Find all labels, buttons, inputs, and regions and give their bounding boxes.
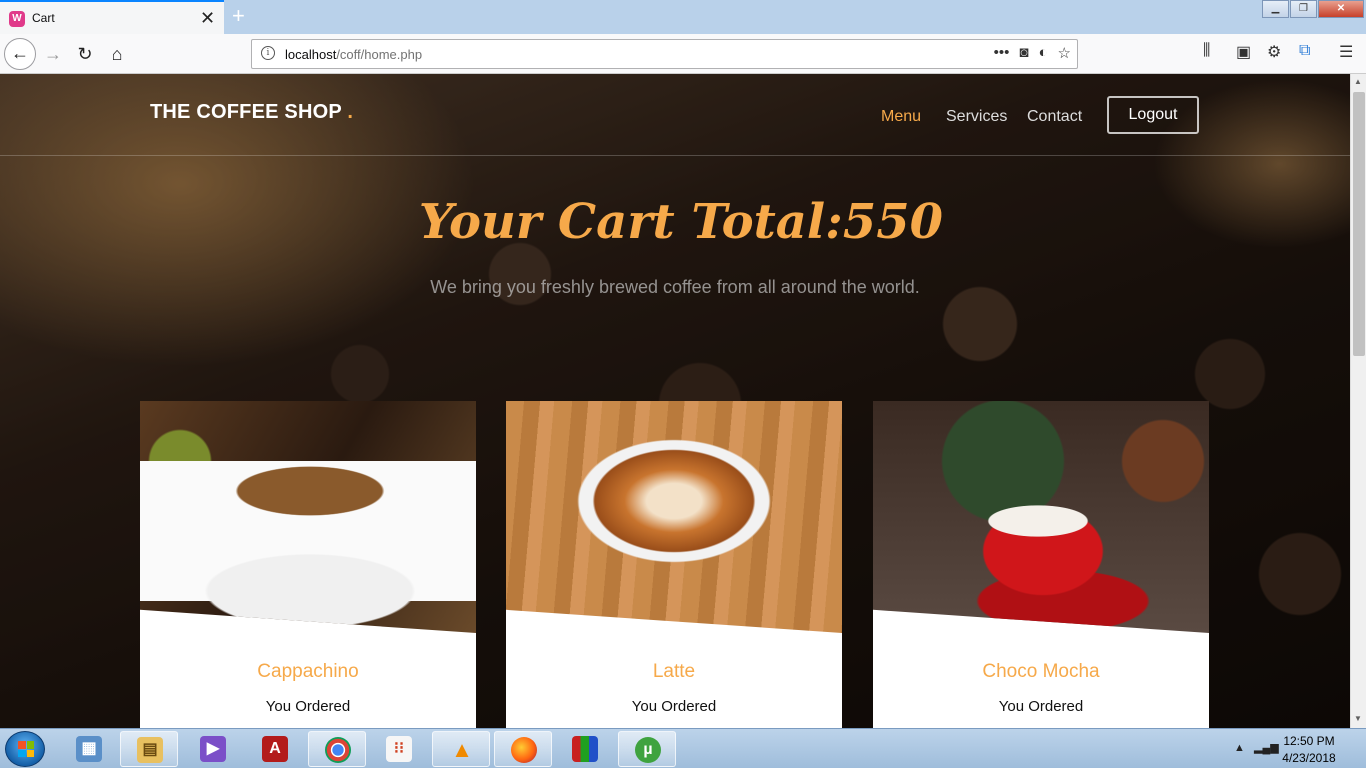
home-button[interactable]: ⌂: [105, 42, 129, 66]
addon-icon[interactable]: ⚙: [1267, 42, 1281, 62]
clock-date[interactable]: 4/23/2018: [1274, 751, 1344, 765]
page-actions-icon[interactable]: •••: [994, 44, 1010, 62]
folder-icon: ▤: [137, 737, 163, 763]
tab-title: Cart: [32, 11, 55, 25]
cart-item-card: Cappachino You Ordered: [140, 401, 476, 728]
bookmark-star-icon[interactable]: ☆: [1058, 44, 1071, 62]
task-acrobat[interactable]: A: [246, 731, 304, 767]
browser-tab[interactable]: W Cart ✕: [0, 0, 224, 34]
windows-logo-icon: [18, 741, 34, 757]
item-status: You Ordered: [998, 698, 1084, 715]
item-status: You Ordered: [631, 698, 717, 715]
maximize-button[interactable]: ❐: [1290, 0, 1317, 18]
window-controls: ▁ ❐ ✕: [1261, 0, 1364, 18]
browser-toolbar: ← → ↻ ⌂ i localhost/coff/home.php ••• ◙ …: [0, 34, 1366, 74]
new-tab-button[interactable]: +: [232, 4, 245, 28]
page-scrollbar[interactable]: ▲ ▼: [1350, 74, 1366, 728]
hero-subtitle: We bring you freshly brewed coffee from …: [430, 277, 920, 297]
task-file-explorer[interactable]: ▤: [120, 731, 178, 767]
acrobat-icon: A: [262, 736, 288, 762]
back-button[interactable]: ←: [4, 38, 36, 70]
cart-item-card: Choco Mocha You Ordered: [873, 401, 1209, 728]
library-icon[interactable]: ⫼: [1203, 42, 1210, 60]
address-bar[interactable]: i localhost/coff/home.php ••• ◙ ◐ ☆: [251, 39, 1078, 69]
item-name: Choco Mocha: [982, 661, 1100, 682]
os-taskbar: ▦ ▤ ▶ A ⁝⁝ ▲ µ ▲ ▂▄▆ 12:50 PM 4/23/2018: [0, 728, 1366, 768]
task-firefox[interactable]: [494, 731, 552, 767]
choco-mocha-image: [873, 401, 1209, 633]
control-panel-icon: ▦: [76, 736, 102, 762]
site-brand[interactable]: THE COFFEE SHOP .: [150, 101, 353, 124]
tray-icons[interactable]: ▲ ▂▄▆: [1234, 741, 1279, 754]
scroll-thumb[interactable]: [1353, 92, 1365, 356]
site-header: THE COFFEE SHOP . Menu Services Contact …: [0, 74, 1350, 156]
url-actions: ••• ◙ ◐ ☆: [994, 44, 1071, 62]
task-chrome[interactable]: [308, 731, 366, 767]
task-apps[interactable]: ⁝⁝: [370, 731, 428, 767]
page-viewport: THE COFFEE SHOP . Menu Services Contact …: [0, 74, 1350, 728]
menu-hamburger-icon[interactable]: ☰: [1339, 42, 1353, 62]
extension-icon[interactable]: ◐: [1038, 44, 1047, 62]
sidebar-icon[interactable]: ▣: [1236, 42, 1251, 62]
chrome-icon: [325, 737, 351, 763]
nav-menu[interactable]: Menu: [881, 108, 921, 126]
clock-time[interactable]: 12:50 PM: [1274, 734, 1344, 748]
item-name: Cappachino: [257, 661, 359, 682]
site-favicon-icon: W: [9, 11, 25, 27]
browser-tabbar: W Cart ✕ + ▁ ❐ ✕: [0, 0, 1366, 34]
visual-studio-icon: ▶: [200, 736, 226, 762]
task-visual-studio[interactable]: ▶: [184, 731, 242, 767]
firefox-icon: [511, 737, 537, 763]
task-winrar[interactable]: [556, 731, 614, 767]
site-info-icon[interactable]: i: [261, 46, 275, 60]
pocket-icon[interactable]: ◙: [1019, 44, 1028, 62]
start-button[interactable]: [5, 731, 45, 767]
url-text: localhost/coff/home.php: [285, 47, 423, 62]
scroll-down-icon[interactable]: ▼: [1354, 714, 1362, 723]
cart-total-heading: Your Cart Total:550: [418, 194, 944, 250]
latte-image: [506, 401, 842, 633]
nav-contact[interactable]: Contact: [1027, 108, 1082, 126]
utorrent-icon: µ: [635, 737, 661, 763]
item-name: Latte: [652, 661, 696, 682]
vlc-icon: ▲: [451, 737, 473, 762]
item-status: You Ordered: [265, 698, 351, 715]
task-control-panel[interactable]: ▦: [60, 731, 118, 767]
reload-button[interactable]: ↻: [73, 42, 97, 66]
forward-button[interactable]: →: [41, 42, 65, 66]
close-window-button[interactable]: ✕: [1318, 0, 1364, 18]
task-vlc[interactable]: ▲: [432, 731, 490, 767]
close-tab-icon[interactable]: ✕: [200, 9, 215, 27]
logout-button[interactable]: Logout: [1107, 96, 1199, 134]
cappuccino-image: [140, 401, 476, 633]
minimize-button[interactable]: ▁: [1262, 0, 1289, 18]
sync-icon[interactable]: ⧉: [1299, 42, 1310, 60]
scroll-up-icon[interactable]: ▲: [1354, 77, 1362, 86]
winrar-icon: [572, 736, 598, 762]
apps-grid-icon: ⁝⁝: [386, 736, 412, 762]
task-utorrent[interactable]: µ: [618, 731, 676, 767]
nav-services[interactable]: Services: [946, 108, 1007, 126]
cart-item-card: Latte You Ordered: [506, 401, 842, 728]
